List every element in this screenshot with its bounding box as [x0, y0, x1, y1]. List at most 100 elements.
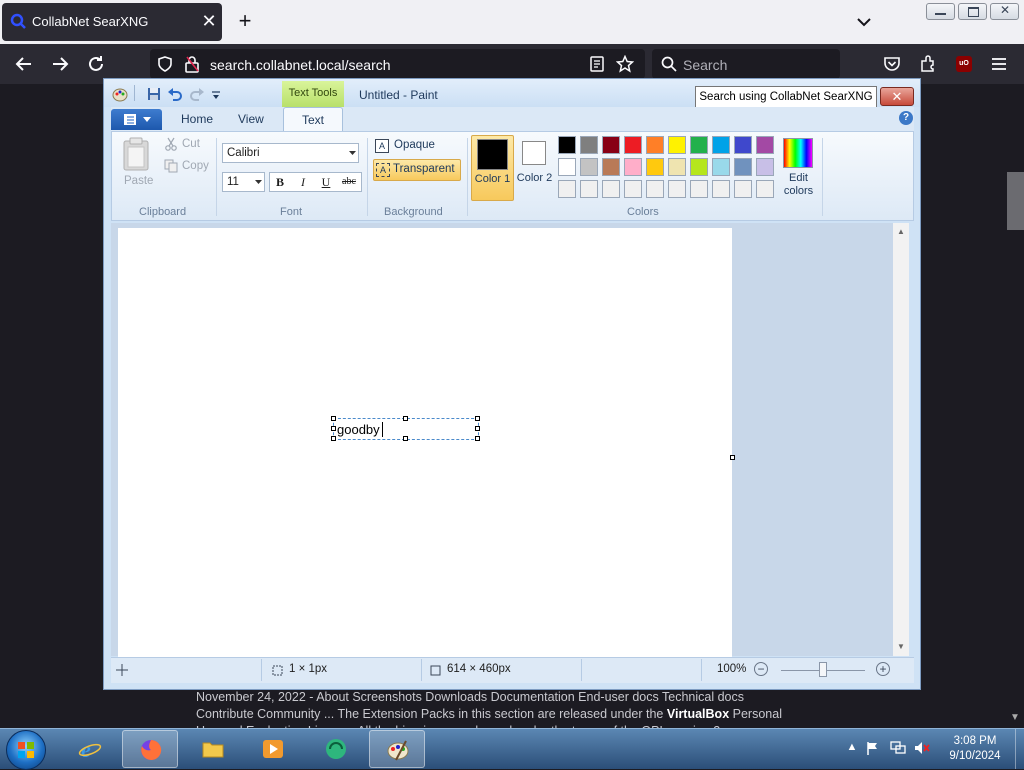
search-input[interactable]: Search	[683, 57, 727, 73]
palette-swatch[interactable]	[756, 180, 774, 198]
palette-swatch[interactable]	[668, 136, 686, 154]
font-size-dropdown[interactable]: 11	[222, 172, 265, 192]
zoom-slider-thumb[interactable]	[819, 662, 827, 677]
back-arrow-icon[interactable]	[13, 53, 35, 75]
palette-swatch[interactable]	[602, 136, 620, 154]
resize-handle[interactable]	[403, 416, 408, 421]
tab-close-icon[interactable]: ✕	[198, 10, 220, 32]
scroll-down-arrow-icon[interactable]: ▼	[897, 642, 905, 651]
resize-handle[interactable]	[475, 436, 480, 441]
opaque-button[interactable]: A Opaque	[373, 137, 463, 155]
palette-swatch[interactable]	[646, 136, 664, 154]
palette-swatch[interactable]	[558, 136, 576, 154]
palette-swatch[interactable]	[668, 158, 686, 176]
clock[interactable]: 3:08 PM 9/10/2024	[940, 734, 1010, 764]
volume-muted-icon[interactable]	[914, 741, 930, 755]
taskbar-paint[interactable]	[369, 730, 425, 768]
font-family-dropdown[interactable]: Calibri	[222, 143, 359, 163]
palette-swatch[interactable]	[756, 136, 774, 154]
chevron-down-icon[interactable]	[854, 12, 874, 32]
bold-button[interactable]: B	[270, 172, 290, 192]
hamburger-menu-icon[interactable]	[990, 56, 1008, 72]
color-1-button[interactable]: Color 1	[471, 135, 514, 201]
resize-handle[interactable]	[475, 416, 480, 421]
paint-menu-button[interactable]	[111, 109, 162, 130]
minimize-window-button[interactable]	[926, 3, 955, 20]
drawing-canvas[interactable]: goodby	[118, 228, 732, 661]
color-2-button[interactable]: Color 2	[514, 135, 555, 199]
palette-swatch[interactable]	[558, 158, 576, 176]
palette-swatch[interactable]	[646, 180, 664, 198]
palette-swatch[interactable]	[668, 180, 686, 198]
tab-text[interactable]: Text	[283, 107, 343, 132]
help-icon[interactable]: ?	[899, 111, 913, 125]
search-bar[interactable]: Search	[652, 49, 840, 79]
underline-button[interactable]: U	[316, 172, 336, 192]
new-tab-icon[interactable]: +	[234, 9, 256, 33]
edit-colors-button[interactable]: Edit colors	[778, 135, 818, 199]
paint-app-icon[interactable]	[112, 86, 128, 102]
paste-button[interactable]: Paste	[124, 175, 153, 187]
ublock-origin-icon[interactable]: uO	[956, 56, 972, 72]
palette-swatch[interactable]	[580, 158, 598, 176]
resize-handle[interactable]	[331, 416, 336, 421]
restore-window-button[interactable]	[958, 3, 987, 20]
paste-icon[interactable]	[121, 137, 151, 171]
palette-swatch[interactable]	[734, 136, 752, 154]
palette-swatch[interactable]	[712, 158, 730, 176]
palette-swatch[interactable]	[602, 158, 620, 176]
strikethrough-button[interactable]: abc	[339, 172, 359, 192]
lock-icon[interactable]	[184, 55, 200, 73]
pocket-icon[interactable]	[883, 55, 901, 73]
canvas-resize-handle[interactable]	[730, 455, 735, 460]
redo-icon[interactable]	[189, 86, 205, 102]
zoom-out-button[interactable]: −	[754, 662, 768, 676]
italic-button[interactable]: I	[293, 172, 313, 192]
copy-button[interactable]: Copy	[182, 160, 209, 172]
palette-swatch[interactable]	[690, 136, 708, 154]
text-box[interactable]: goodby	[331, 416, 480, 441]
palette-swatch[interactable]	[756, 158, 774, 176]
undo-icon[interactable]	[167, 86, 183, 102]
taskbar-firefox[interactable]	[122, 730, 178, 768]
palette-swatch[interactable]	[646, 158, 664, 176]
resize-handle[interactable]	[403, 436, 408, 441]
palette-swatch[interactable]	[580, 180, 598, 198]
action-center-flag-icon[interactable]	[866, 741, 880, 755]
palette-swatch[interactable]	[602, 180, 620, 198]
palette-swatch[interactable]	[624, 158, 642, 176]
shield-icon[interactable]	[156, 55, 174, 73]
paint-title-bar[interactable]: Text Tools Untitled - Paint Search using…	[104, 79, 920, 108]
customize-toolbar-icon[interactable]	[211, 90, 221, 100]
address-bar[interactable]: search.collabnet.local/search	[150, 49, 645, 79]
cut-button[interactable]: Cut	[182, 138, 200, 150]
forward-arrow-icon[interactable]	[49, 53, 71, 75]
taskbar-explorer[interactable]	[185, 730, 241, 768]
show-desktop-button[interactable]	[1015, 729, 1024, 769]
palette-swatch[interactable]	[712, 180, 730, 198]
taskbar-internet-explorer[interactable]: e	[62, 730, 118, 768]
scroll-up-arrow-icon[interactable]: ▲	[897, 227, 905, 236]
palette-swatch[interactable]	[690, 180, 708, 198]
reader-view-icon[interactable]	[590, 56, 604, 72]
network-icon[interactable]	[890, 741, 906, 755]
resize-handle[interactable]	[475, 426, 480, 431]
palette-swatch[interactable]	[712, 136, 730, 154]
canvas-vertical-scrollbar[interactable]: ▲ ▼	[893, 223, 909, 656]
palette-swatch[interactable]	[734, 158, 752, 176]
scroll-down-arrow-icon[interactable]: ▼	[1010, 712, 1020, 723]
copy-icon[interactable]	[164, 159, 178, 173]
save-icon[interactable]	[147, 87, 161, 101]
taskbar-app[interactable]	[308, 730, 364, 768]
palette-swatch[interactable]	[580, 136, 598, 154]
cut-icon[interactable]	[164, 137, 178, 151]
resize-handle[interactable]	[331, 426, 336, 431]
palette-swatch[interactable]	[624, 180, 642, 198]
browser-tab[interactable]: CollabNet SearXNG ✕	[2, 3, 222, 41]
palette-swatch[interactable]	[690, 158, 708, 176]
transparent-button[interactable]: A Transparent	[373, 159, 461, 181]
paint-close-button[interactable]: ✕	[880, 87, 914, 106]
taskbar-media-player[interactable]	[245, 730, 301, 768]
palette-swatch[interactable]	[734, 180, 752, 198]
extensions-icon[interactable]	[919, 55, 937, 73]
